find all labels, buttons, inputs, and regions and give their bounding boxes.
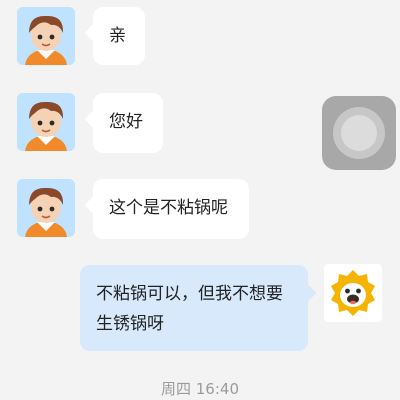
self-avatar[interactable] bbox=[324, 264, 382, 322]
boy-avatar-icon bbox=[17, 93, 75, 151]
message-bubble-incoming[interactable]: 这个是不粘锅呢 bbox=[93, 179, 249, 239]
boy-avatar-icon bbox=[17, 179, 75, 237]
message-bubble-incoming[interactable]: 亲 bbox=[93, 7, 145, 65]
assistive-touch-button[interactable] bbox=[322, 96, 396, 170]
lion-avatar-icon bbox=[324, 264, 382, 322]
assistive-touch-core bbox=[341, 115, 377, 151]
contact-avatar[interactable] bbox=[17, 179, 75, 237]
contact-avatar[interactable] bbox=[17, 7, 75, 65]
assistive-touch-ring bbox=[333, 107, 385, 159]
message-bubble-incoming[interactable]: 您好 bbox=[93, 93, 163, 153]
message-text: 您好 bbox=[109, 112, 143, 132]
message-text: 亲 bbox=[109, 26, 126, 46]
message-timestamp: 周四 16:40 bbox=[161, 380, 239, 398]
message-bubble-outgoing[interactable]: 不粘锅可以，但我不想要 生锈锅呀 bbox=[80, 265, 308, 351]
contact-avatar[interactable] bbox=[17, 93, 75, 151]
boy-avatar-icon bbox=[17, 7, 75, 65]
message-text: 这个是不粘锅呢 bbox=[109, 198, 228, 218]
message-text: 不粘锅可以，但我不想要 生锈锅呀 bbox=[96, 284, 283, 334]
